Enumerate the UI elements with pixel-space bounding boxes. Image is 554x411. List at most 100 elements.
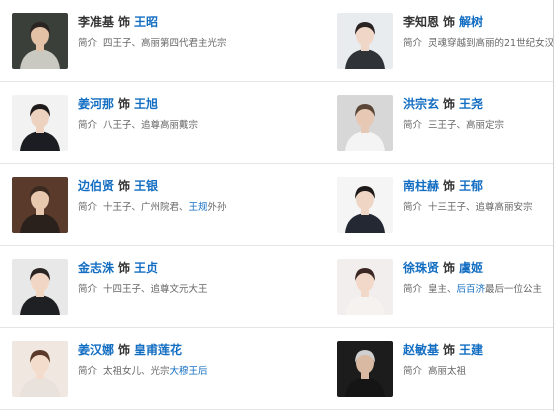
actor-photo[interactable] (12, 13, 68, 69)
intro-text: 十王子、广州院君、 (103, 202, 189, 213)
name-line: 李准基饰王昭 (78, 14, 158, 30)
intro-text: 外孙 (207, 202, 227, 213)
actor-photo[interactable] (337, 341, 393, 397)
as-word: 饰 (118, 343, 131, 357)
cast-card[interactable]: 赵敏基饰王建 简介 高丽太祖 (330, 328, 554, 409)
intro-line: 简介 八王子、追尊高丽戴宗 (78, 119, 198, 132)
cast-row: 金志洙饰王贞 简介 十四王子、追尊文元大王 徐珠贤饰虞姬 简介 皇主、后百济最后一位公主 (0, 246, 554, 328)
as-word: 饰 (118, 97, 131, 111)
name-line: 姜汉娜饰皇甫莲花 (78, 342, 182, 358)
intro-line: 简介 十王子、广州院君、王规外孙 (78, 201, 227, 214)
cast-card[interactable]: 姜汉娜饰皇甫莲花简介 太祖女儿、光宗大穆王后 (0, 328, 330, 409)
role-name[interactable]: 王尧 (459, 97, 483, 111)
actor-photo[interactable] (337, 259, 393, 315)
role-name[interactable]: 王银 (134, 179, 158, 193)
as-word: 饰 (443, 15, 456, 29)
intro-text: 四王子、高丽第四代君主光宗 (103, 38, 227, 49)
as-word: 饰 (118, 179, 131, 193)
intro-text: 十四王子、追尊文元大王 (103, 284, 208, 295)
intro-label: 简介 (403, 202, 423, 213)
intro-line: 简介 四王子、高丽第四代君主光宗 (78, 37, 227, 50)
role-name[interactable]: 王昭 (134, 15, 158, 29)
intro-link[interactable]: 王规 (189, 202, 208, 213)
intro-label: 简介 (78, 202, 98, 213)
role-name[interactable]: 王旭 (134, 97, 158, 111)
intro-text: 灵魂穿越到高丽的21世纪女汉子 (428, 38, 554, 49)
intro-line: 简介 高丽太祖 (403, 365, 466, 378)
actor-name[interactable]: 南柱赫 (403, 179, 439, 193)
actor-name[interactable]: 金志洙 (78, 261, 114, 275)
cast-row: 姜河那饰王旭 简介 八王子、追尊高丽戴宗 洪宗玄饰王尧 简介 三王子、高丽定宗 (0, 82, 554, 164)
intro-text: 十三王子、追尊高丽安宗 (428, 202, 533, 213)
name-line: 金志洙饰王贞 (78, 260, 158, 276)
actor-name: 李知恩 (403, 15, 440, 29)
as-word: 饰 (118, 15, 131, 29)
cast-card[interactable]: 南柱赫饰王郁简介 十三王子、追尊高丽安宗 (330, 164, 554, 245)
cast-card[interactable]: 金志洙饰王贞简介 十四王子、追尊文元大王 (0, 246, 330, 327)
cast-list: 李准基饰王昭 简介 四王子、高丽第四代君主光宗 李知恩饰解树 简介 灵魂穿越到高丽的21世… (0, 0, 554, 411)
as-word: 饰 (118, 261, 131, 275)
name-line: 南柱赫饰王郁 (403, 178, 483, 194)
role-name[interactable]: 王郁 (459, 179, 483, 193)
intro-label: 简介 (403, 284, 423, 295)
name-line: 徐珠贤饰虞姬 (403, 260, 483, 276)
name-line: 边伯贤饰王银 (78, 178, 158, 194)
role-name[interactable]: 王建 (459, 343, 483, 357)
intro-line: 简介 太祖女儿、光宗大穆王后 (78, 365, 208, 378)
actor-photo[interactable] (337, 177, 393, 233)
as-word: 饰 (443, 97, 456, 111)
actor-name[interactable]: 姜汉娜 (78, 343, 114, 357)
role-name[interactable]: 王贞 (134, 261, 158, 275)
intro-line: 简介 十三王子、追尊高丽安宗 (403, 201, 533, 214)
name-line: 李知恩饰解树 (403, 14, 483, 30)
actor-photo[interactable] (12, 259, 68, 315)
name-line: 赵敏基饰王建 (403, 342, 483, 358)
intro-text: 八王子、追尊高丽戴宗 (103, 120, 199, 131)
name-line: 姜河那饰王旭 (78, 96, 158, 112)
name-line: 洪宗玄饰王尧 (403, 96, 483, 112)
intro-line: 简介 皇主、后百济最后一位公主 (403, 283, 542, 296)
as-word: 饰 (443, 179, 456, 193)
intro-line: 简介 灵魂穿越到高丽的21世纪女汉子 (403, 37, 554, 50)
actor-photo[interactable] (12, 95, 68, 151)
intro-text: 皇主、 (428, 284, 457, 295)
as-word: 饰 (443, 343, 456, 357)
cast-card[interactable]: 李知恩饰解树简介 灵魂穿越到高丽的21世纪女汉子 (330, 0, 554, 81)
intro-label: 简介 (403, 366, 423, 377)
actor-photo[interactable] (12, 177, 68, 233)
cast-row: 姜汉娜饰皇甫莲花 简介 太祖女儿、光宗大穆王后 赵敏基饰王建 简介 高丽太祖 (0, 328, 554, 410)
actor-name[interactable]: 徐珠贤 (403, 261, 439, 275)
intro-text: 太祖女儿、光宗 (103, 366, 170, 377)
intro-label: 简介 (403, 38, 423, 49)
role-name[interactable]: 皇甫莲花 (134, 343, 182, 357)
intro-label: 简介 (78, 366, 98, 377)
cast-card[interactable]: 李准基饰王昭简介 四王子、高丽第四代君主光宗 (0, 0, 330, 81)
cast-row: 李准基饰王昭 简介 四王子、高丽第四代君主光宗 李知恩饰解树 简介 灵魂穿越到高丽的21世… (0, 0, 554, 82)
cast-card[interactable]: 姜河那饰王旭简介 八王子、追尊高丽戴宗 (0, 82, 330, 163)
cast-row: 边伯贤饰王银 简介 十王子、广州院君、王规外孙 南柱赫饰王郁 简介 十三王子、追尊高丽安宗 (0, 164, 554, 246)
cast-card[interactable]: 徐珠贤饰虞姬简介 皇主、后百济最后一位公主 (330, 246, 554, 327)
actor-name[interactable]: 洪宗玄 (403, 97, 439, 111)
intro-text: 三王子、高丽定宗 (428, 120, 505, 131)
intro-label: 简介 (78, 38, 98, 49)
intro-line: 简介 三王子、高丽定宗 (403, 119, 504, 132)
actor-name[interactable]: 边伯贤 (78, 179, 114, 193)
intro-link[interactable]: 后百济 (457, 284, 486, 295)
intro-line: 简介 十四王子、追尊文元大王 (78, 283, 208, 296)
actor-photo[interactable] (12, 341, 68, 397)
cast-card[interactable]: 边伯贤饰王银简介 十王子、广州院君、王规外孙 (0, 164, 330, 245)
intro-label: 简介 (78, 120, 98, 131)
intro-label: 简介 (78, 284, 98, 295)
cast-card[interactable]: 洪宗玄饰王尧简介 三王子、高丽定宗 (330, 82, 554, 163)
actor-name: 李准基 (78, 15, 115, 29)
actor-name[interactable]: 赵敏基 (403, 343, 439, 357)
intro-text: 高丽太祖 (428, 366, 467, 377)
actor-name[interactable]: 姜河那 (78, 97, 114, 111)
intro-text: 最后一位公主 (485, 284, 543, 295)
role-name[interactable]: 虞姬 (459, 261, 483, 275)
actor-photo[interactable] (337, 13, 393, 69)
intro-link[interactable]: 大穆王后 (170, 366, 208, 377)
role-name[interactable]: 解树 (459, 15, 483, 29)
intro-label: 简介 (403, 120, 423, 131)
actor-photo[interactable] (337, 95, 393, 151)
